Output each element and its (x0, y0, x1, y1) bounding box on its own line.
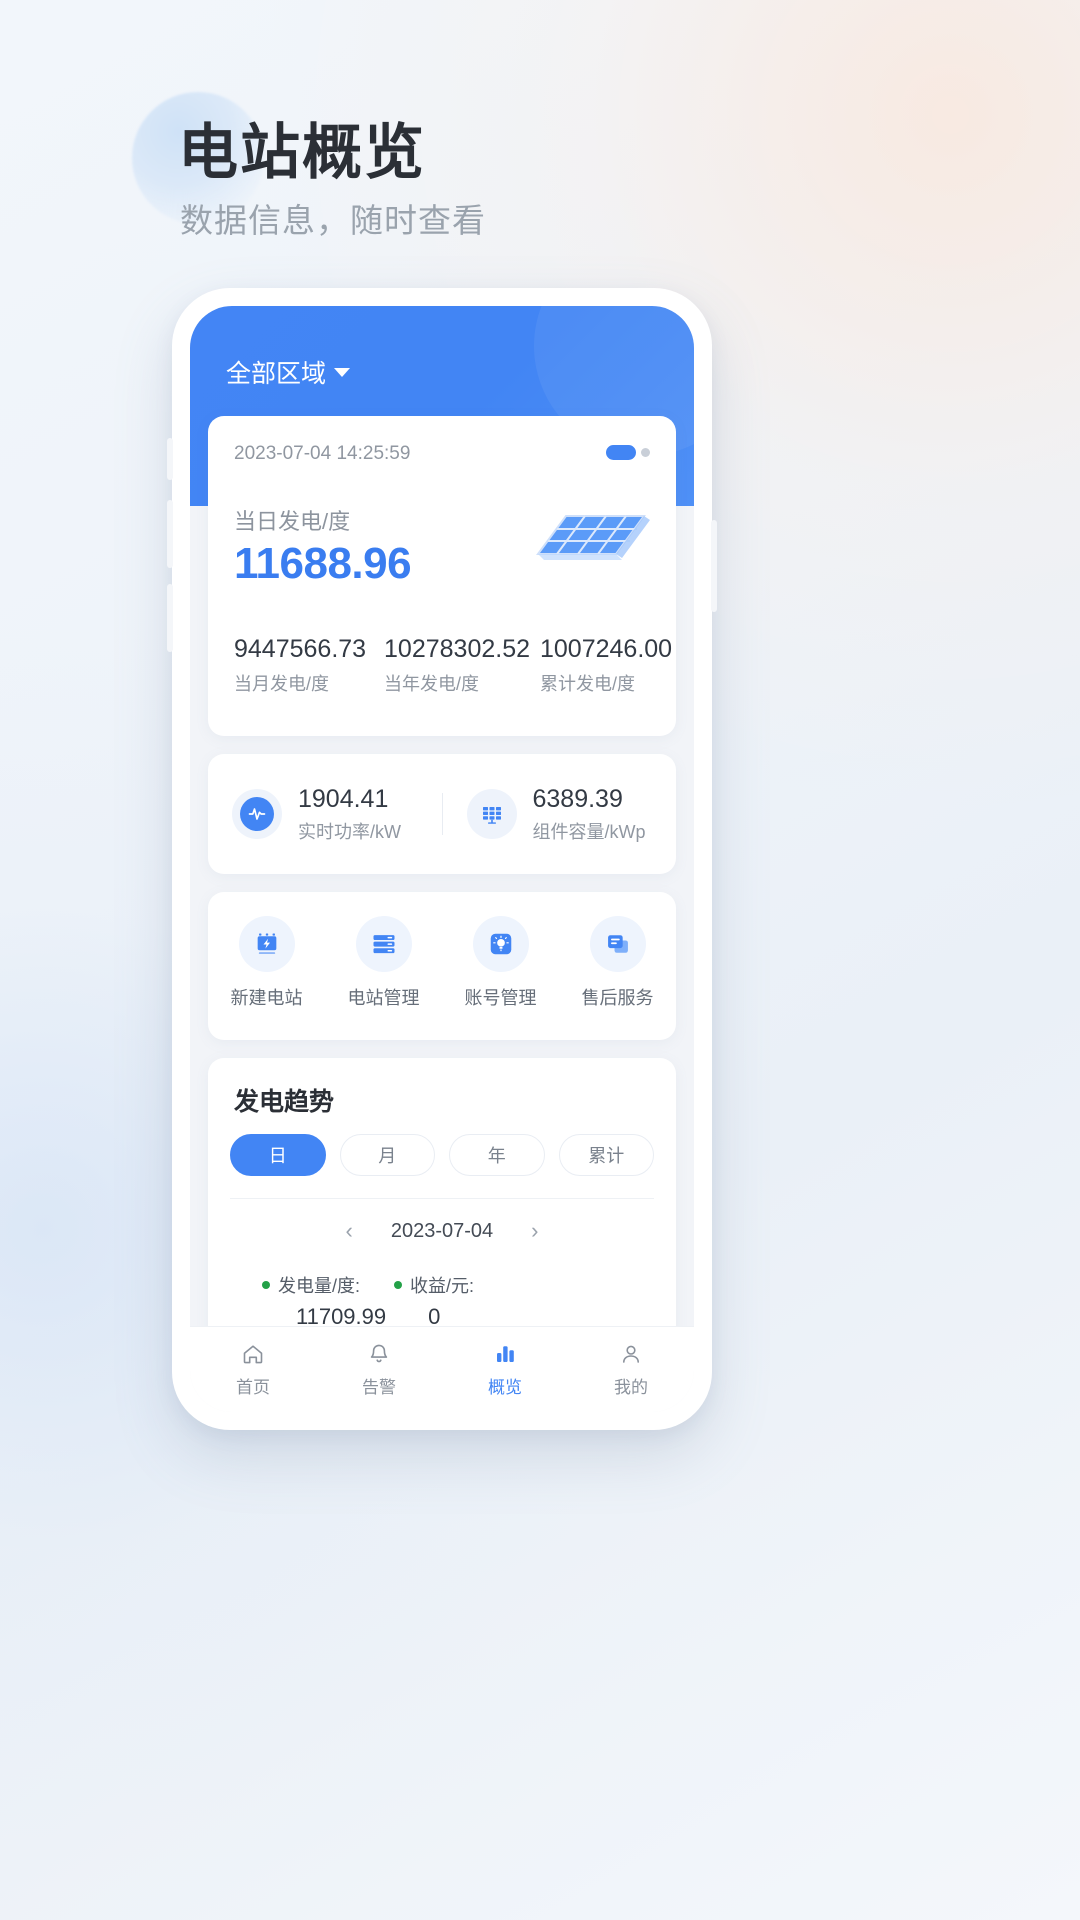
solar-grid-icon (466, 789, 517, 839)
battery-bolt-icon (238, 916, 295, 972)
metrics-card: 1904.41 实时功率/kW 6389.39 组件容量/kWp (208, 754, 676, 874)
page-subtitle: 数据信息，随时查看 (180, 202, 486, 239)
page-title: 电站概览 (178, 119, 426, 186)
app-scroll-content[interactable]: 2023-07-04 14:25:59 当日发电/度 11688.96 9447… (190, 306, 694, 1395)
trend-divider (230, 1198, 654, 1199)
summary-card: 2023-07-04 14:25:59 当日发电/度 11688.96 9447… (208, 416, 676, 736)
toggle-pill-icon (606, 444, 636, 460)
metric-realtime-power-label: 实时功率/kW (298, 822, 401, 842)
stat-year-value: 10278302.52 (384, 635, 530, 663)
quick-actions-card: 新建电站 电站管理 账号管理 售后服务 (208, 892, 676, 1040)
bar-chart-icon (497, 1345, 514, 1362)
metric-realtime-power: 1904.41 实时功率/kW (208, 784, 442, 844)
tab-day[interactable]: 日 (230, 1134, 326, 1176)
legend-dot-icon (262, 1281, 270, 1289)
legend-revenue-label: 收益/元: (410, 1276, 475, 1296)
summary-toggle[interactable] (606, 442, 652, 462)
quick-action-station-management-label: 电站管理 (347, 988, 420, 1008)
summary-timestamp: 2023-07-04 14:25:59 (234, 443, 411, 464)
nav-item-overview[interactable]: 概览 (442, 1342, 568, 1398)
chevron-right-icon[interactable]: › (531, 1218, 538, 1244)
phone-screen: 全部区域 2023-07-04 14:25:59 当日发电/度 11688.96 (190, 306, 694, 1412)
legend-dot-icon (394, 1281, 403, 1289)
stat-month-value: 9447566.73 (234, 635, 367, 663)
quick-action-station-management[interactable]: 电站管理 (325, 916, 442, 1010)
phone-mute-button (167, 438, 173, 480)
nav-item-home-label: 首页 (236, 1377, 270, 1397)
trend-date-navigator: ‹ 2023-07-04 › (208, 1218, 676, 1244)
chevron-left-icon[interactable]: ‹ (346, 1218, 353, 1244)
tab-year[interactable]: 年 (449, 1134, 545, 1176)
stat-year-label: 当年发电/度 (384, 674, 480, 695)
legend-generation-label: 发电量/度: (278, 1276, 361, 1296)
today-generation-label: 当日发电/度 (234, 509, 351, 534)
trend-legend: 发电量/度: 收益/元: (262, 1272, 474, 1298)
quick-action-new-station-label: 新建电站 (230, 988, 303, 1008)
stat-total: 1007246.00 累计发电/度 (530, 634, 676, 696)
phone-mockup: 全部区域 2023-07-04 14:25:59 当日发电/度 11688.96 (167, 288, 717, 1430)
trend-period-tabs: 日 月 年 累计 (230, 1134, 654, 1176)
tab-cumulative[interactable]: 累计 (558, 1134, 654, 1176)
nav-item-home[interactable]: 首页 (190, 1342, 316, 1398)
nav-item-profile[interactable]: 我的 (568, 1342, 694, 1398)
metric-module-capacity-value: 6389.39 (532, 785, 623, 813)
stat-total-label: 累计发电/度 (540, 674, 636, 695)
trend-card: 发电趋势 日 月 年 累计 ‹ 2023-07-04 › 发电量/度: 收益/元… (208, 1058, 676, 1395)
bottom-navigation: 首页 告警 概览 我的 (190, 1326, 694, 1412)
nav-item-alerts[interactable]: 告警 (316, 1342, 442, 1398)
metric-module-capacity: 6389.39 组件容量/kWp (443, 784, 677, 844)
phone-power-button (711, 520, 717, 612)
today-generation-value: 11688.96 (234, 539, 412, 588)
lightbulb-icon (472, 916, 529, 972)
quick-actions-row: 新建电站 电站管理 账号管理 售后服务 (208, 916, 676, 1010)
quick-action-account-management-label: 账号管理 (464, 988, 537, 1008)
quick-action-after-sales[interactable]: 售后服务 (559, 916, 676, 1010)
pulse-icon (232, 789, 282, 839)
quick-action-account-management[interactable]: 账号管理 (442, 916, 559, 1010)
home-icon (243, 1344, 263, 1363)
stat-month: 9447566.73 当月发电/度 (208, 634, 370, 696)
phone-volume-up-button (167, 500, 173, 568)
legend-item-generation: 发电量/度: (262, 1272, 360, 1298)
metric-realtime-power-value: 1904.41 (298, 785, 389, 813)
quick-action-after-sales-label: 售后服务 (581, 988, 654, 1008)
solar-panel-icon (514, 504, 654, 576)
bell-icon (370, 1344, 388, 1362)
summary-stats-row: 9447566.73 当月发电/度 10278302.52 当年发电/度 100… (208, 634, 676, 696)
server-stack-icon (355, 916, 412, 972)
metric-module-capacity-label: 组件容量/kWp (532, 822, 646, 842)
trend-title: 发电趋势 (234, 1088, 335, 1116)
document-card-icon (589, 916, 646, 972)
stat-total-value: 1007246.00 (540, 635, 673, 663)
legend-item-revenue: 收益/元: (394, 1272, 474, 1298)
nav-item-alerts-label: 告警 (362, 1377, 396, 1397)
tab-month[interactable]: 月 (339, 1134, 435, 1176)
stat-month-label: 当月发电/度 (234, 674, 330, 695)
phone-volume-down-button (167, 584, 173, 652)
trend-current-date: 2023-07-04 (390, 1219, 494, 1242)
nav-item-profile-label: 我的 (614, 1377, 648, 1397)
person-icon (623, 1345, 639, 1363)
nav-item-overview-label: 概览 (488, 1377, 522, 1397)
stat-year: 10278302.52 当年发电/度 (370, 634, 530, 696)
toggle-dot-icon (641, 447, 650, 457)
hero-section: 电站概览 数据信息，随时查看 (0, 0, 1080, 300)
quick-action-new-station[interactable]: 新建电站 (208, 916, 325, 1010)
